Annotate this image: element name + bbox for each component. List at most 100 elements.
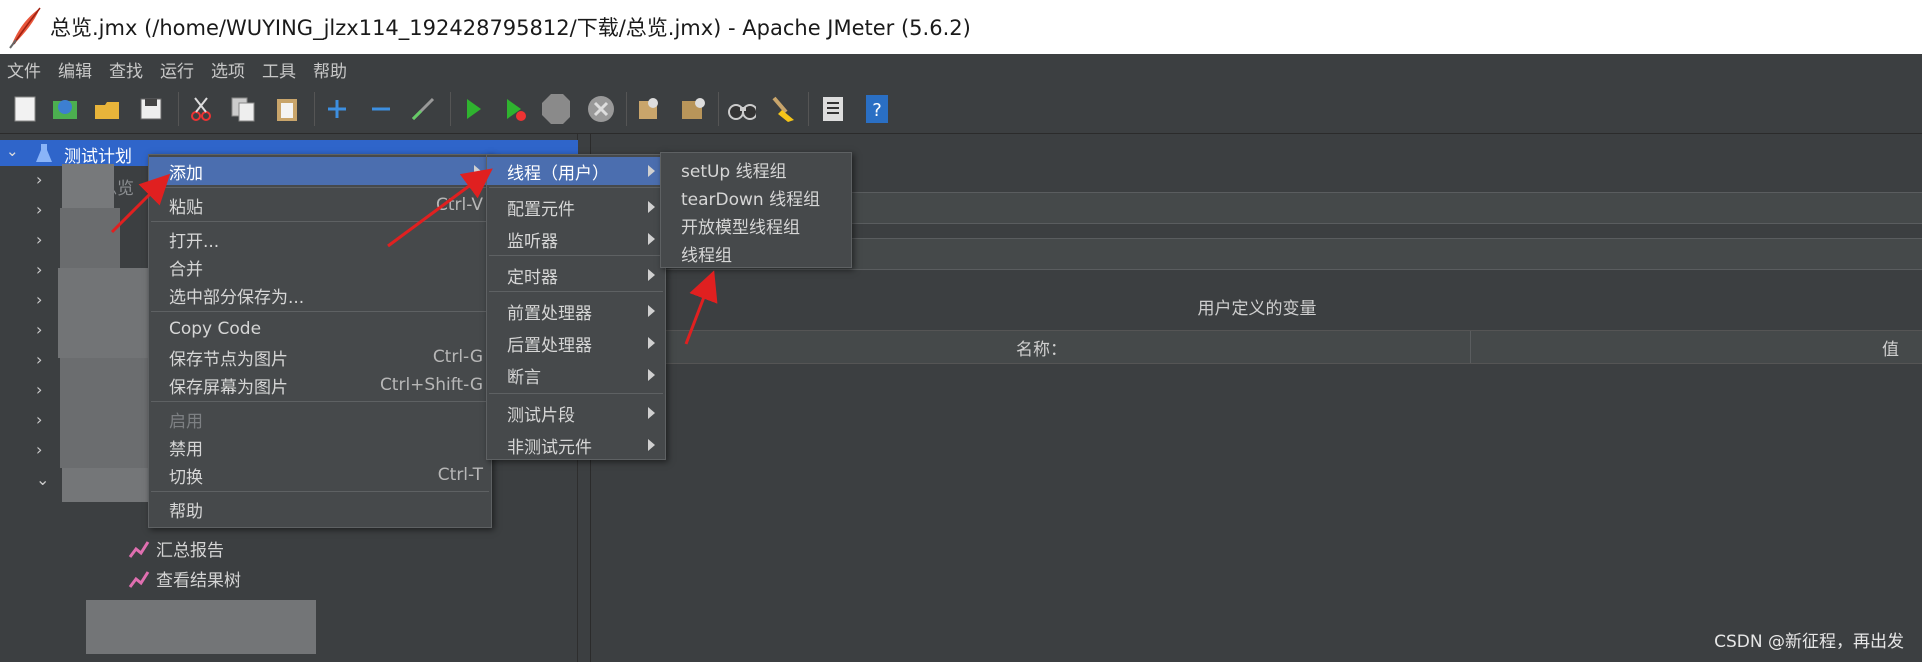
chevron-right-icon[interactable]: ›	[36, 290, 42, 309]
submenu-arrow-icon	[648, 233, 655, 245]
menu-item-setup-thread-group[interactable]: setUp 线程组	[661, 155, 851, 183]
chevron-right-icon[interactable]: ›	[36, 200, 42, 219]
menu-bar: 文件 编辑 查找 运行 选项 工具 帮助	[0, 54, 1922, 84]
menu-item-test-fragment[interactable]: 测试片段	[487, 399, 665, 427]
jmeter-feather-icon	[0, 0, 50, 54]
menu-item-post-processor[interactable]: 后置处理器	[487, 329, 665, 357]
start-icon[interactable]	[458, 93, 488, 125]
menu-edit[interactable]: 编辑	[51, 57, 102, 82]
help-icon[interactable]: ?	[862, 93, 892, 125]
toolbar: ?	[0, 84, 1922, 134]
submenu-arrow-icon	[648, 165, 655, 177]
tree-item-summary-report[interactable]: 汇总报告	[128, 536, 224, 561]
obscured-region	[60, 358, 154, 468]
obscured-region	[62, 164, 114, 208]
menu-item-label: 测试片段	[507, 405, 575, 426]
menu-help[interactable]: 帮助	[306, 57, 357, 82]
menu-item-shortcut: Ctrl-G	[432, 347, 483, 367]
menu-item-open[interactable]: 打开...	[149, 225, 491, 253]
menu-item-save-node-image[interactable]: 保存节点为图片 Ctrl-G	[149, 343, 491, 371]
user-defined-variables-title: 用户定义的变量	[1197, 299, 1317, 319]
submenu-arrow-icon	[648, 439, 655, 451]
threads-submenu: setUp 线程组 tearDown 线程组 开放模型线程组 线程组	[660, 152, 852, 268]
menu-item-pre-processor[interactable]: 前置处理器	[487, 297, 665, 325]
collapse-icon[interactable]	[366, 93, 396, 125]
obscured-region	[62, 468, 154, 502]
menu-file[interactable]: 文件	[0, 57, 51, 82]
menu-item-paste[interactable]: 粘贴 Ctrl-V	[149, 191, 491, 219]
chevron-right-icon[interactable]: ›	[36, 410, 42, 429]
menu-item-copy-code[interactable]: Copy Code	[149, 315, 491, 343]
chevron-right-icon[interactable]: ›	[36, 320, 42, 339]
stop-icon[interactable]	[540, 93, 570, 125]
chevron-right-icon[interactable]: ›	[36, 350, 42, 369]
chevron-right-icon[interactable]: ›	[36, 440, 42, 459]
chevron-right-icon[interactable]: ›	[36, 170, 42, 189]
submenu-arrow-icon	[648, 201, 655, 213]
menu-item-label: setUp 线程组	[681, 161, 787, 182]
reset-search-icon[interactable]	[768, 93, 798, 125]
menu-item-disable[interactable]: 禁用	[149, 433, 491, 461]
menu-item-label: 启用	[169, 411, 203, 432]
cut-icon[interactable]	[186, 93, 216, 125]
obscured-region	[58, 268, 148, 358]
menu-item-label: 保存屏幕为图片	[169, 377, 288, 398]
new-icon[interactable]	[10, 93, 40, 125]
menu-item-assertion[interactable]: 断言	[487, 361, 665, 389]
chevron-right-icon[interactable]: ›	[36, 380, 42, 399]
menu-item-shortcut: Ctrl-T	[437, 465, 483, 485]
chevron-right-icon[interactable]: ›	[36, 230, 42, 249]
copy-icon[interactable]	[228, 93, 258, 125]
save-icon[interactable]	[136, 93, 166, 125]
menu-item-add[interactable]: 添加	[149, 157, 491, 185]
menu-item-threads[interactable]: 线程（用户）	[487, 157, 665, 185]
column-name[interactable]: 名称：	[613, 331, 1471, 363]
menu-item-merge[interactable]: 合并	[149, 253, 491, 281]
svg-text:?: ?	[872, 100, 882, 121]
column-value[interactable]: 值	[1471, 331, 1922, 363]
menu-item-label: 保存节点为图片	[169, 349, 288, 370]
submenu-arrow-icon	[648, 337, 655, 349]
menu-item-label: 选中部分保存为...	[169, 287, 305, 308]
submenu-arrow-icon	[648, 369, 655, 381]
chevron-down-icon[interactable]: ⌄	[6, 142, 19, 160]
chevron-right-icon[interactable]: ›	[36, 260, 42, 279]
menu-item-help[interactable]: 帮助	[149, 495, 491, 523]
shutdown-icon[interactable]	[586, 93, 616, 125]
search-icon[interactable]	[726, 93, 756, 125]
paste-icon[interactable]	[272, 93, 302, 125]
open-icon[interactable]	[92, 93, 122, 125]
menu-item-thread-group[interactable]: 线程组	[661, 239, 851, 267]
menu-item-teardown-thread-group[interactable]: tearDown 线程组	[661, 183, 851, 211]
clear-icon[interactable]	[634, 93, 664, 125]
menu-options[interactable]: 选项	[204, 57, 255, 82]
menu-tools[interactable]: 工具	[255, 57, 306, 82]
templates-icon[interactable]	[50, 93, 80, 125]
menu-item-shortcut: Ctrl+Shift-G	[379, 375, 483, 395]
menu-item-non-test-elements[interactable]: 非测试元件	[487, 431, 665, 459]
submenu-arrow-icon	[648, 269, 655, 281]
tree-item-view-results-tree[interactable]: 查看结果树	[128, 566, 241, 591]
tree-item-label: 查看结果树	[156, 571, 241, 591]
menu-run[interactable]: 运行	[153, 57, 204, 82]
menu-search[interactable]: 查找	[102, 57, 153, 82]
menu-item-open-model-thread-group[interactable]: 开放模型线程组	[661, 211, 851, 239]
function-helper-icon[interactable]	[818, 93, 848, 125]
chevron-down-icon[interactable]: ⌄	[36, 470, 49, 489]
menu-item-enable[interactable]: 启用	[149, 405, 491, 433]
clear-all-icon[interactable]	[678, 93, 708, 125]
expand-icon[interactable]	[322, 93, 352, 125]
start-no-pause-icon[interactable]	[500, 93, 530, 125]
menu-item-save-selection-as[interactable]: 选中部分保存为...	[149, 281, 491, 309]
toggle-icon[interactable]	[408, 93, 438, 125]
menu-item-label: 粘贴	[169, 197, 203, 218]
menu-item-config-element[interactable]: 配置元件	[487, 193, 665, 221]
menu-item-listener[interactable]: 监听器	[487, 225, 665, 253]
menu-item-save-screen-image[interactable]: 保存屏幕为图片 Ctrl+Shift-G	[149, 371, 491, 399]
menu-item-timer[interactable]: 定时器	[487, 261, 665, 289]
menu-item-toggle[interactable]: 切换 Ctrl-T	[149, 461, 491, 489]
menu-item-label: 禁用	[169, 439, 203, 460]
submenu-arrow-icon	[474, 165, 481, 177]
menu-item-label: 断言	[507, 367, 541, 388]
menu-item-label: tearDown 线程组	[681, 189, 821, 210]
